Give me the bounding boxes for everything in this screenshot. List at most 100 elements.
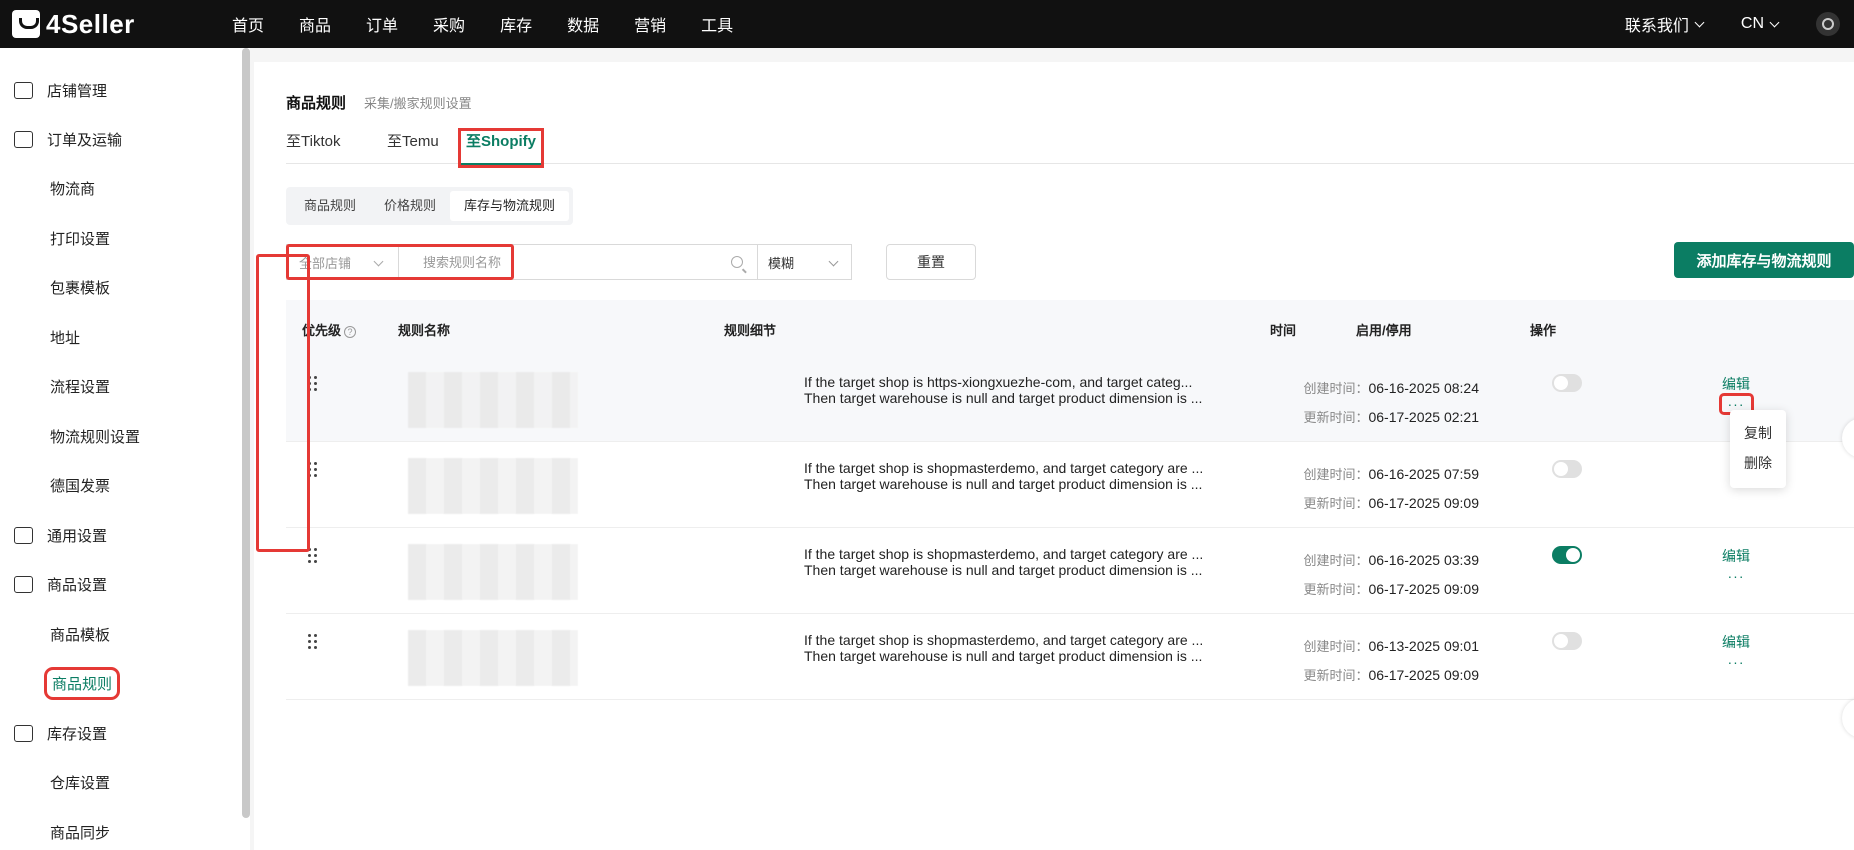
rule-detail-line: If the target shop is shopmasterdemo, an… [804, 546, 1204, 562]
created-label: 创建时间： [1303, 639, 1369, 654]
table-row: If the target shop is https-xiongxuezhe-… [286, 356, 1854, 442]
sidebar-item-package-templates[interactable]: 包裹模板 [0, 267, 110, 307]
chevron-down-icon [373, 256, 384, 267]
page-subtitle: 采集/搬家规则设置 [364, 96, 472, 111]
sidebar-item-product-sync[interactable]: 商品同步 [0, 812, 110, 850]
edit-link[interactable]: 编辑 [1708, 546, 1764, 566]
more-actions-dropdown: 复制 删除 [1730, 410, 1786, 488]
sidebar-item-product-settings[interactable]: 商品设置 [0, 564, 107, 604]
rule-detail-line: If the target shop is shopmasterdemo, an… [804, 460, 1204, 476]
sidebar-item-workflow[interactable]: 流程设置 [0, 366, 110, 406]
sidebar-item-label: 商品设置 [47, 576, 108, 594]
sidebar-item-logistics-rules[interactable]: 物流规则设置 [0, 416, 140, 456]
updated-label: 更新时间： [1303, 410, 1369, 425]
sidebar: 店铺管理 订单及运输 物流商 打印设置 包裹模板 地址 流程设置 物流规则设置 … [0, 48, 250, 850]
sidebar-item-product-templates[interactable]: 商品模板 [0, 614, 110, 654]
sidebar-item-label: 商品规则 [43, 666, 121, 700]
rule-time: 创建时间：06-16-2025 03:39 更新时间：06-17-2025 09… [1303, 546, 1479, 604]
top-navbar: 4Seller 首页 商品 订单 采购 库存 数据 营销 工具 联系我们 CN [0, 0, 1854, 48]
enable-toggle[interactable] [1552, 460, 1582, 478]
platform-tabs: 至Tiktok 至Temu 至Shopify [286, 128, 1854, 168]
enable-toggle[interactable] [1552, 546, 1582, 564]
created-time: 06-16-2025 03:39 [1368, 552, 1479, 568]
updated-label: 更新时间： [1303, 496, 1369, 511]
sidebar-item-label: 流程设置 [50, 378, 111, 396]
table-row: If the target shop is shopmasterdemo, an… [286, 614, 1854, 700]
created-time: 06-16-2025 07:59 [1368, 466, 1479, 482]
updated-time: 06-17-2025 09:09 [1368, 667, 1479, 683]
search-input[interactable] [423, 254, 703, 270]
rule-detail: If the target shop is shopmasterdemo, an… [804, 546, 1234, 578]
sidebar-item-general-settings[interactable]: 通用设置 [0, 515, 107, 555]
match-mode-select[interactable]: 模糊 [758, 244, 852, 280]
copy-menu-item[interactable]: 复制 [1730, 418, 1786, 448]
created-label: 创建时间： [1303, 553, 1369, 568]
nav-item-purchase[interactable]: 采购 [433, 12, 465, 36]
rule-detail-line: Then target warehouse is null and target… [804, 562, 1203, 578]
more-actions-button[interactable]: ··· [1722, 568, 1751, 584]
contact-us-menu[interactable]: 联系我们 [1625, 12, 1705, 36]
segment-inventory-logistics-rules[interactable]: 库存与物流规则 [450, 191, 570, 221]
row-actions: 编辑 ··· [1708, 632, 1764, 670]
help-icon[interactable]: ? [344, 326, 357, 338]
sidebar-item-address[interactable]: 地址 [0, 317, 80, 357]
delete-menu-item[interactable]: 删除 [1730, 448, 1786, 478]
language-label: CN [1740, 15, 1764, 32]
drag-handle-icon[interactable] [308, 548, 318, 564]
sidebar-item-product-rules[interactable]: 商品规则 [0, 663, 121, 703]
nav-item-marketing[interactable]: 营销 [634, 12, 666, 36]
drag-handle-icon[interactable] [308, 634, 318, 650]
sidebar-item-label: 地址 [50, 329, 81, 347]
brand-logo[interactable]: 4Seller [12, 9, 212, 40]
language-menu[interactable]: CN [1740, 15, 1780, 33]
sidebar-item-print-settings[interactable]: 打印设置 [0, 218, 110, 258]
settings-gear-icon[interactable] [1816, 12, 1840, 36]
tab-shopify[interactable]: 至Shopify [458, 128, 544, 168]
brand-name: 4Seller [46, 8, 135, 39]
filter-bar: 全部店铺 模糊 [286, 244, 852, 280]
search-icon[interactable] [731, 256, 743, 268]
nav-item-inventory[interactable]: 库存 [500, 12, 532, 36]
drag-handle-icon[interactable] [308, 462, 318, 478]
shop-select[interactable]: 全部店铺 [286, 244, 398, 280]
edit-link[interactable]: 编辑 [1708, 632, 1764, 652]
more-actions-button[interactable]: ··· [1722, 654, 1751, 670]
sidebar-item-label: 仓库设置 [50, 774, 111, 792]
nav-item-tools[interactable]: 工具 [701, 12, 733, 36]
printer-icon [14, 526, 33, 544]
sidebar-item-orders-shipping[interactable]: 订单及运输 [0, 119, 122, 159]
segment-price-rules[interactable]: 价格规则 [370, 191, 450, 221]
sidebar-item-german-invoice[interactable]: 德国发票 [0, 465, 110, 505]
edit-link[interactable]: 编辑 [1708, 374, 1764, 394]
sidebar-item-label: 库存设置 [47, 725, 108, 743]
tab-temu[interactable]: 至Temu [387, 130, 439, 164]
add-rule-button[interactable]: 添加库存与物流规则 [1674, 242, 1854, 278]
tab-tiktok[interactable]: 至Tiktok [286, 130, 340, 164]
nav-item-products[interactable]: 商品 [299, 12, 331, 36]
header-toggle: 启用/停用 [1356, 323, 1412, 338]
rule-time: 创建时间：06-13-2025 09:01 更新时间：06-17-2025 09… [1303, 632, 1479, 690]
sidebar-item-warehouse-settings[interactable]: 仓库设置 [0, 762, 110, 802]
table-row: If the target shop is shopmasterdemo, an… [286, 528, 1854, 614]
sidebar-item-carriers[interactable]: 物流商 [0, 168, 95, 208]
updated-label: 更新时间： [1303, 582, 1369, 597]
drag-handle-icon[interactable] [308, 376, 318, 392]
match-mode-value: 模糊 [768, 255, 795, 271]
segment-product-rules[interactable]: 商品规则 [290, 191, 370, 221]
created-time: 06-16-2025 08:24 [1368, 380, 1479, 396]
sidebar-item-inventory-settings[interactable]: 库存设置 [0, 713, 107, 753]
nav-item-home[interactable]: 首页 [232, 12, 264, 36]
enable-toggle[interactable] [1552, 374, 1582, 392]
header-ops: 操作 [1530, 323, 1557, 338]
rules-table: 优先级? 规则名称 规则细节 时间 启用/停用 操作 If the target… [286, 300, 1854, 700]
rule-detail-line: Then target warehouse is null and target… [804, 390, 1203, 406]
sidebar-scrollbar[interactable] [242, 48, 250, 818]
sidebar-item-label: 德国发票 [50, 477, 111, 495]
inventory-icon [14, 724, 33, 742]
nav-item-data[interactable]: 数据 [567, 12, 599, 36]
reset-button[interactable]: 重置 [886, 244, 976, 280]
rule-detail-line: Then target warehouse is null and target… [804, 476, 1203, 492]
sidebar-item-store-management[interactable]: 店铺管理 [0, 70, 107, 110]
nav-item-orders[interactable]: 订单 [366, 12, 398, 36]
enable-toggle[interactable] [1552, 632, 1582, 650]
